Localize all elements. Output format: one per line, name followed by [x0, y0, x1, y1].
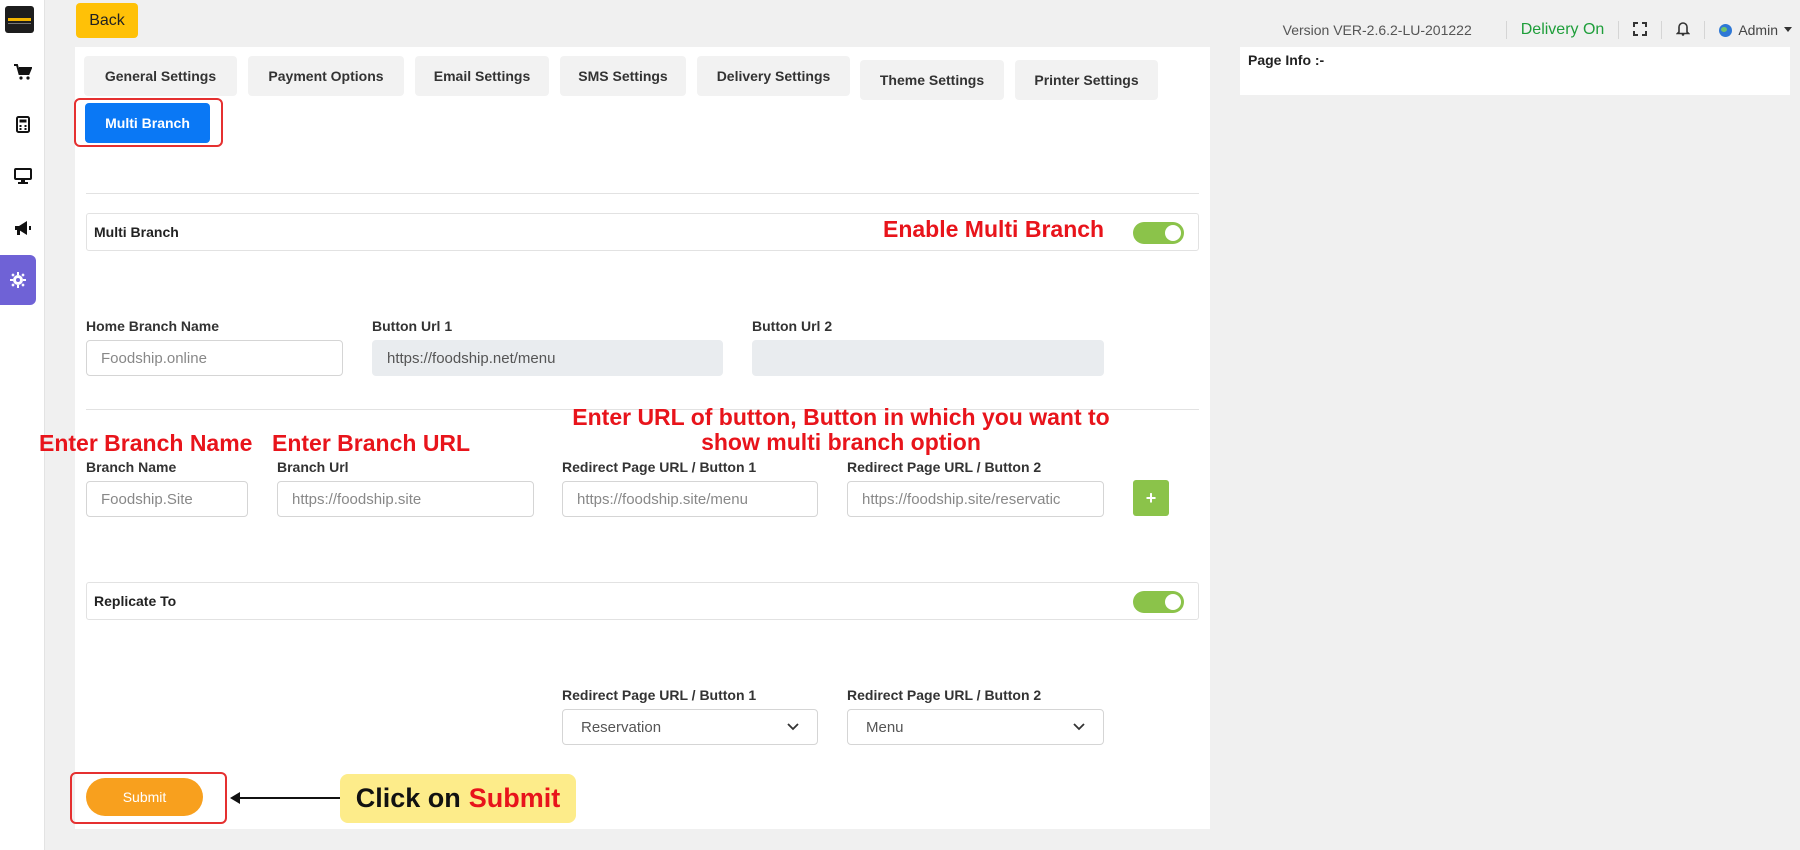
tab-multi-branch[interactable]: Multi Branch	[85, 103, 210, 143]
cart-icon[interactable]	[0, 54, 45, 90]
annotation-enter-branch-name: Enter Branch Name	[39, 430, 253, 456]
admin-menu[interactable]: Admin	[1719, 22, 1792, 38]
add-branch-button[interactable]: +	[1133, 480, 1169, 516]
chevron-down-icon	[787, 723, 799, 731]
settings-gear-icon[interactable]	[0, 255, 36, 305]
divider	[1618, 21, 1620, 39]
bell-icon[interactable]	[1675, 21, 1691, 39]
arrow-left-icon	[230, 792, 340, 804]
annotation-enter-branch-url: Enter Branch URL	[272, 430, 471, 456]
multi-branch-toggle[interactable]	[1133, 222, 1184, 244]
replicate-redirect-1-label: Redirect Page URL / Button 1	[562, 687, 757, 703]
divider	[1704, 21, 1706, 39]
button-url-1-input	[372, 340, 723, 376]
delivery-status[interactable]: Delivery On	[1521, 21, 1605, 39]
replicate-redirect-2-select[interactable]: Menu	[847, 709, 1104, 745]
back-button[interactable]: Back	[76, 3, 138, 38]
redirect-1-label: Redirect Page URL / Button 1	[562, 459, 757, 475]
section-divider	[86, 193, 1199, 194]
tab-theme-settings[interactable]: Theme Settings	[860, 60, 1004, 100]
tab-sms-settings[interactable]: SMS Settings	[560, 56, 686, 96]
annotation-enable-multi-branch: Enable Multi Branch	[883, 216, 1105, 242]
button-url-1-label: Button Url 1	[372, 318, 453, 334]
redirect-2-label: Redirect Page URL / Button 2	[847, 459, 1042, 475]
button-url-2-label: Button Url 2	[752, 318, 833, 334]
page-info-card: Page Info :-	[1240, 47, 1790, 95]
callout-prefix: Click on	[355, 783, 461, 813]
replicate-row: Replicate To	[86, 582, 1199, 620]
submit-button[interactable]: Submit	[86, 778, 203, 816]
tab-printer-settings[interactable]: Printer Settings	[1015, 60, 1158, 100]
home-branch-name-label: Home Branch Name	[86, 318, 220, 334]
redirect-1-input[interactable]	[562, 481, 818, 517]
top-bar: Version VER-2.6.2-LU-201222 Delivery On …	[1283, 18, 1792, 42]
branch-name-input[interactable]	[86, 481, 248, 517]
annotation-enter-redirect-url: Enter URL of button, Button in which you…	[572, 404, 1110, 455]
chevron-down-icon	[1073, 723, 1085, 731]
branch-url-input[interactable]	[277, 481, 534, 517]
app-logo[interactable]	[5, 6, 34, 33]
redirect-2-input[interactable]	[847, 481, 1104, 517]
tab-delivery-settings[interactable]: Delivery Settings	[697, 56, 850, 96]
caret-down-icon	[1784, 27, 1792, 32]
replicate-label: Replicate To	[94, 593, 177, 609]
replicate-redirect-2-label: Redirect Page URL / Button 2	[847, 687, 1042, 703]
calculator-icon[interactable]	[0, 106, 45, 142]
sidebar	[0, 0, 45, 850]
callout-action: Submit	[468, 783, 561, 813]
home-branch-name-input[interactable]	[86, 340, 343, 376]
monitor-icon[interactable]	[0, 158, 45, 194]
tab-general-settings[interactable]: General Settings	[84, 56, 237, 96]
fullscreen-icon[interactable]	[1633, 21, 1648, 39]
replicate-toggle[interactable]	[1133, 591, 1184, 613]
admin-label: Admin	[1738, 22, 1778, 38]
submit-callout: Click on Submit	[340, 774, 576, 823]
button-url-2-input	[752, 340, 1104, 376]
replicate-redirect-1-select[interactable]: Reservation	[562, 709, 818, 745]
avatar-icon	[1719, 23, 1733, 37]
multi-branch-label: Multi Branch	[94, 224, 179, 240]
page-info-label: Page Info :-	[1248, 52, 1325, 68]
tab-payment-options[interactable]: Payment Options	[248, 56, 404, 96]
version-label: Version VER-2.6.2-LU-201222	[1282, 22, 1472, 38]
megaphone-icon[interactable]	[0, 210, 45, 246]
replicate-redirect-1-value: Reservation	[581, 718, 662, 736]
branch-name-label: Branch Name	[86, 459, 177, 475]
divider	[1661, 21, 1663, 39]
divider	[1505, 21, 1507, 39]
replicate-redirect-2-value: Menu	[866, 718, 904, 736]
tab-email-settings[interactable]: Email Settings	[415, 56, 549, 96]
branch-url-label: Branch Url	[277, 459, 349, 475]
